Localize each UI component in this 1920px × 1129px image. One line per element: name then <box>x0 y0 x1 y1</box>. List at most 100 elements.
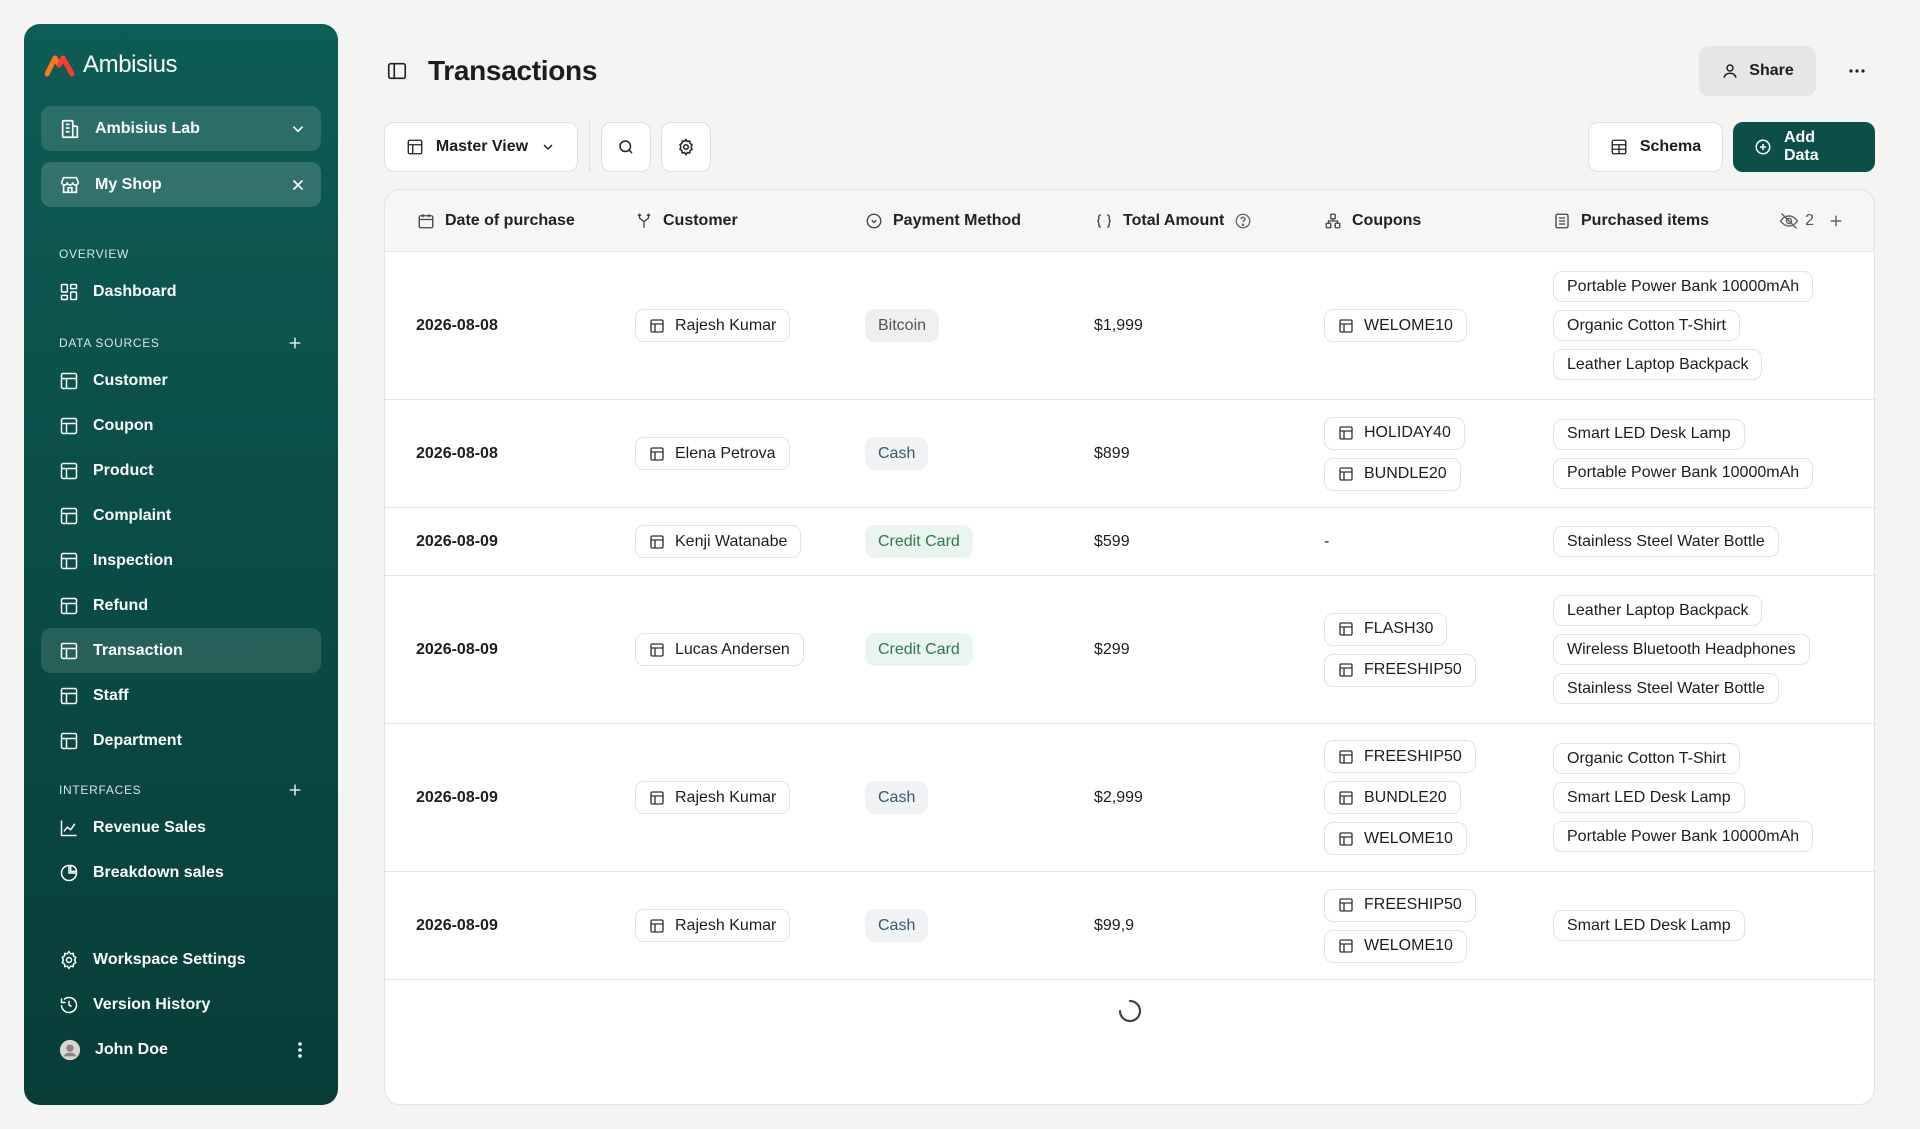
relation-icon <box>637 213 651 228</box>
customer-chip[interactable]: Kenji Watanabe <box>635 525 802 558</box>
coupon-chip[interactable]: FREESHIP50 <box>1324 653 1476 687</box>
table-row[interactable]: 2026-08-09 Rajesh Kumar Cash $2,999 FREE… <box>385 724 1874 872</box>
item-tag[interactable]: Organic Cotton T-Shirt <box>1553 743 1740 774</box>
user-profile[interactable]: John Doe <box>41 1027 321 1072</box>
item-tag[interactable]: Leather Laptop Backpack <box>1553 349 1763 380</box>
payment-pill[interactable]: Cash <box>865 909 929 942</box>
more-vertical-icon[interactable] <box>297 1041 303 1059</box>
sidebar-item-version-history[interactable]: Version History <box>41 982 321 1027</box>
sidebar-item-refund[interactable]: Refund <box>41 583 321 628</box>
sidebar-item-dashboard[interactable]: Dashboard <box>41 269 321 314</box>
column-header-date[interactable]: Date of purchase <box>417 190 575 252</box>
coupon-chip[interactable]: FREESHIP50 <box>1324 888 1476 922</box>
close-icon[interactable] <box>289 176 307 194</box>
item-tag[interactable]: Leather Laptop Backpack <box>1553 595 1763 626</box>
coupon-chip[interactable]: HOLIDAY40 <box>1324 416 1465 450</box>
cell-items: Organic Cotton T-Shirt Smart LED Desk Lam… <box>1553 724 1814 871</box>
sidebar-item-label: Customer <box>93 371 168 389</box>
coupon-chip[interactable]: WELOME10 <box>1324 929 1467 963</box>
sidebar-item-coupon[interactable]: Coupon <box>41 403 321 448</box>
chevron-down-icon[interactable] <box>289 120 307 138</box>
coupon-chip[interactable]: FREESHIP50 <box>1324 740 1476 773</box>
table-row[interactable]: 2026-08-08 Elena Petrova Cash $899 HOLID… <box>385 400 1874 508</box>
cell-date: 2026-08-09 <box>416 532 498 550</box>
item-tag[interactable]: Stainless Steel Water Bottle <box>1553 526 1779 557</box>
sidebar-item-complaint[interactable]: Complaint <box>41 493 321 538</box>
coupon-chip[interactable]: WELOME10 <box>1324 309 1467 342</box>
customer-chip[interactable]: Rajesh Kumar <box>635 309 791 342</box>
cell-customer: Kenji Watanabe <box>635 508 802 575</box>
add-interface-icon[interactable] <box>287 782 303 798</box>
customer-chip[interactable]: Lucas Andersen <box>635 633 804 666</box>
record-link-icon <box>1339 831 1353 846</box>
payment-pill[interactable]: Cash <box>865 781 929 814</box>
share-button[interactable]: Share <box>1699 46 1816 96</box>
cell-date: 2026-08-09 <box>416 788 498 806</box>
sidebar-toggle-icon[interactable] <box>386 60 408 82</box>
record-link-icon <box>1339 467 1353 481</box>
sidebar-item-inspection[interactable]: Inspection <box>41 538 321 583</box>
column-header-amount[interactable]: Total Amount <box>1095 190 1252 252</box>
view-select-button[interactable]: Master View <box>384 122 578 172</box>
payment-pill[interactable]: Credit Card <box>865 633 973 666</box>
item-tag[interactable]: Smart LED Desk Lamp <box>1553 418 1745 450</box>
item-tag[interactable]: Portable Power Bank 10000mAh <box>1553 271 1814 302</box>
search-button[interactable] <box>601 122 651 172</box>
table-row[interactable]: 2026-08-08 Rajesh Kumar Bitcoin $1,999 W… <box>385 252 1874 400</box>
customer-chip[interactable]: Rajesh Kumar <box>635 781 791 814</box>
coupon-chip[interactable]: FLASH30 <box>1324 612 1448 646</box>
table-icon <box>60 687 78 704</box>
column-header-coupons[interactable]: Coupons <box>1324 190 1421 252</box>
item-tag[interactable]: Organic Cotton T-Shirt <box>1553 310 1740 341</box>
payment-pill[interactable]: Credit Card <box>865 525 973 558</box>
sidebar-item-department[interactable]: Department <box>41 718 321 763</box>
formula-braces-icon <box>1097 214 1111 228</box>
item-tag[interactable]: Stainless Steel Water Bottle <box>1553 673 1779 704</box>
coupon-chip[interactable]: BUNDLE20 <box>1324 457 1461 491</box>
coupon-chip[interactable]: WELOME10 <box>1324 822 1467 855</box>
sidebar-item-revenue-sales[interactable]: Revenue Sales <box>41 805 321 850</box>
help-circle-icon[interactable] <box>1234 212 1252 230</box>
sidebar-item-customer[interactable]: Customer <box>41 358 321 403</box>
item-tag[interactable]: Portable Power Bank 10000mAh <box>1553 457 1814 489</box>
view-settings-button[interactable] <box>661 122 711 172</box>
user-icon <box>1723 64 1737 78</box>
sidebar-item-transaction[interactable]: Transaction <box>41 628 321 673</box>
item-tag[interactable]: Smart LED Desk Lamp <box>1553 782 1745 813</box>
add-column-button[interactable] <box>1828 190 1844 252</box>
sidebar-item-product[interactable]: Product <box>41 448 321 493</box>
hidden-columns-toggle[interactable]: 2 <box>1779 190 1814 252</box>
plus-circle-icon <box>1755 139 1771 155</box>
sidebar-item-breakdown-sales[interactable]: Breakdown sales <box>41 850 321 895</box>
coupon-chip[interactable]: BUNDLE20 <box>1324 781 1461 814</box>
cell-coupons: FREESHIP50 BUNDLE20 WELOME10 <box>1324 724 1476 871</box>
record-link-icon <box>650 318 664 333</box>
cell-items: Smart LED Desk Lamp <box>1553 872 1745 979</box>
item-tag[interactable]: Portable Power Bank 10000mAh <box>1553 821 1814 852</box>
record-link-icon <box>650 642 664 657</box>
table-row[interactable]: 2026-08-09 Kenji Watanabe Credit Card $5… <box>385 508 1874 576</box>
customer-chip[interactable]: Rajesh Kumar <box>635 909 791 942</box>
customer-chip[interactable]: Elena Petrova <box>635 437 790 470</box>
payment-pill[interactable]: Bitcoin <box>865 309 940 342</box>
item-tag[interactable]: Wireless Bluetooth Headphones <box>1553 634 1810 665</box>
column-header-payment[interactable]: Payment Method <box>865 190 1021 252</box>
add-data-source-icon[interactable] <box>287 335 303 351</box>
brand[interactable]: Ambisius <box>41 24 321 106</box>
add-data-button[interactable]: Add Data <box>1733 122 1875 172</box>
cell-items: Smart LED Desk Lamp Portable Power Bank 1… <box>1553 400 1814 507</box>
payment-pill[interactable]: Cash <box>865 437 929 470</box>
table-row[interactable]: 2026-08-09 Lucas Andersen Credit Card $2… <box>385 576 1874 724</box>
table-row[interactable]: 2026-08-09 Rajesh Kumar Cash $99,9 FREES… <box>385 872 1874 980</box>
cell-customer: Rajesh Kumar <box>635 724 791 871</box>
column-header-items[interactable]: Purchased items <box>1553 190 1709 252</box>
item-tag[interactable]: Smart LED Desk Lamp <box>1553 910 1745 941</box>
column-header-customer[interactable]: Customer <box>635 190 738 252</box>
shop-select[interactable]: My Shop <box>41 162 321 207</box>
schema-button[interactable]: Schema <box>1588 122 1723 172</box>
sidebar-item-staff[interactable]: Staff <box>41 673 321 718</box>
more-options-button[interactable] <box>1832 46 1882 96</box>
sidebar-item-workspace-settings[interactable]: Workspace Settings <box>41 937 321 982</box>
workspace-select[interactable]: Ambisius Lab <box>41 106 321 151</box>
sidebar-item-label: Dashboard <box>93 282 177 300</box>
